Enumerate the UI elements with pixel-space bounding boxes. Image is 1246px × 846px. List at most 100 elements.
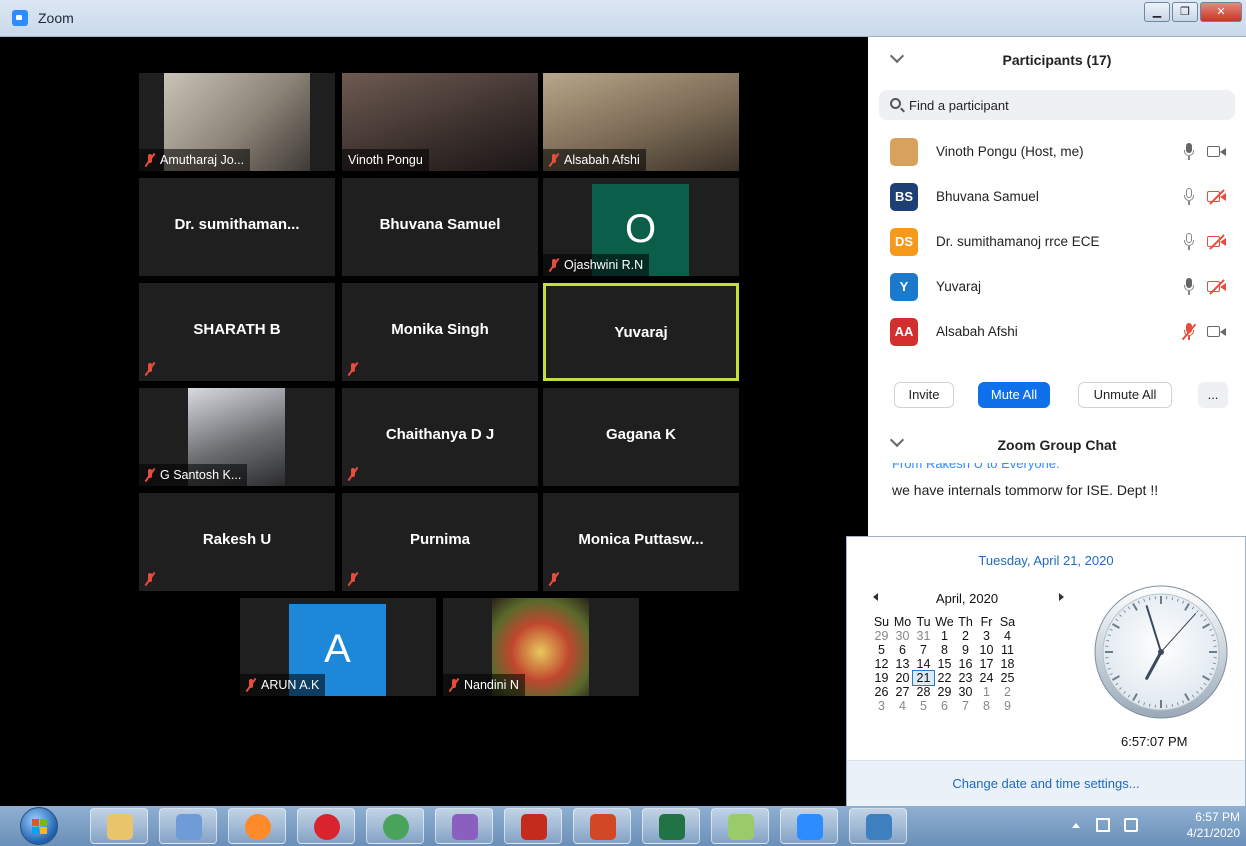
chrome-icon[interactable]: [366, 808, 424, 844]
calendar-day[interactable]: 4: [892, 699, 913, 713]
paint-icon[interactable]: [435, 808, 493, 844]
more-options-button[interactable]: ...: [1198, 382, 1228, 408]
participant-search-input[interactable]: [909, 94, 1219, 116]
calendar-day[interactable]: 9: [955, 643, 976, 657]
firefox-icon[interactable]: [228, 808, 286, 844]
acrobat-icon[interactable]: [504, 808, 562, 844]
calendar-day[interactable]: 29: [871, 629, 892, 643]
calendar-day[interactable]: 22: [934, 671, 955, 685]
unmute-all-button[interactable]: Unmute All: [1078, 382, 1172, 408]
calendar-day[interactable]: 20: [892, 671, 913, 685]
next-month-icon[interactable]: [1059, 593, 1064, 601]
video-camera-icon[interactable]: [1207, 146, 1227, 158]
taskbar-clock[interactable]: 6:57 PM 4/21/2020: [1160, 809, 1240, 841]
video-off-icon[interactable]: [1207, 234, 1227, 250]
calendar-day[interactable]: 5: [913, 699, 934, 713]
video-tile[interactable]: A ARUN A.K: [240, 598, 436, 696]
mute-all-button[interactable]: Mute All: [978, 382, 1050, 408]
calendar-day[interactable]: 5: [871, 643, 892, 657]
video-tile[interactable]: Monica Puttasw...: [543, 493, 739, 591]
calendar-day[interactable]: 29: [934, 685, 955, 699]
photo-viewer-icon[interactable]: [849, 808, 907, 844]
action-center-icon[interactable]: [1096, 818, 1110, 832]
calendar-day[interactable]: 1: [934, 629, 955, 643]
mic-muted-icon[interactable]: [1181, 323, 1197, 341]
close-button[interactable]: ✕: [1200, 2, 1242, 22]
opera-icon[interactable]: [297, 808, 355, 844]
file-explorer-icon[interactable]: [90, 808, 148, 844]
calendar-day[interactable]: 8: [976, 699, 997, 713]
minimize-button[interactable]: ▁: [1144, 2, 1170, 22]
calendar-day[interactable]: 27: [892, 685, 913, 699]
calendar-day[interactable]: 12: [871, 657, 892, 671]
calendar-day[interactable]: 6: [892, 643, 913, 657]
invite-button[interactable]: Invite: [894, 382, 954, 408]
participant-row[interactable]: BS Bhuvana Samuel: [868, 175, 1246, 219]
calendar-day[interactable]: 31: [913, 629, 934, 643]
calendar-day[interactable]: 3: [871, 699, 892, 713]
calendar-day[interactable]: 17: [976, 657, 997, 671]
calendar-day[interactable]: 30: [955, 685, 976, 699]
calendar-day[interactable]: 18: [997, 657, 1018, 671]
calendar-day[interactable]: 2: [955, 629, 976, 643]
skype-icon[interactable]: [159, 808, 217, 844]
video-tile[interactable]: O Ojashwini R.N: [543, 178, 739, 276]
calendar-day[interactable]: 7: [913, 643, 934, 657]
video-tile[interactable]: Amutharaj Jo...: [139, 73, 335, 171]
calendar-day[interactable]: 6: [934, 699, 955, 713]
show-hidden-icons-icon[interactable]: [1072, 823, 1080, 828]
video-tile[interactable]: Bhuvana Samuel: [342, 178, 538, 276]
calendar-day[interactable]: 23: [955, 671, 976, 685]
video-tile[interactable]: Nandini N: [443, 598, 639, 696]
video-tile[interactable]: Dr. sumithaman...: [139, 178, 335, 276]
participant-row[interactable]: AA Alsabah Afshi: [868, 310, 1246, 354]
video-off-icon[interactable]: [1207, 189, 1227, 205]
current-date-link[interactable]: Tuesday, April 21, 2020: [847, 553, 1245, 568]
calendar-day[interactable]: 19: [871, 671, 892, 685]
video-tile[interactable]: Purnima: [342, 493, 538, 591]
participant-row[interactable]: Vinoth Pongu (Host, me): [868, 130, 1246, 174]
calendar-day[interactable]: 4: [997, 629, 1018, 643]
change-date-time-link[interactable]: Change date and time settings...: [847, 776, 1245, 791]
video-tile[interactable]: Yuvaraj: [543, 283, 739, 381]
video-camera-icon[interactable]: [1207, 326, 1227, 338]
calendar-day[interactable]: 8: [934, 643, 955, 657]
video-tile[interactable]: Vinoth Pongu: [342, 73, 538, 171]
zoom-icon[interactable]: [780, 808, 838, 844]
calendar-day[interactable]: 25: [997, 671, 1018, 685]
video-tile[interactable]: Chaithanya D J: [342, 388, 538, 486]
powerpoint-icon[interactable]: [573, 808, 631, 844]
calendar-day[interactable]: 11: [997, 643, 1018, 657]
calendar-day[interactable]: 14: [913, 657, 934, 671]
microphone-icon[interactable]: [1183, 233, 1195, 251]
video-tile[interactable]: G Santosh K...: [139, 388, 335, 486]
excel-icon[interactable]: [642, 808, 700, 844]
start-button[interactable]: [20, 807, 58, 845]
calendar-day[interactable]: 13: [892, 657, 913, 671]
video-tile[interactable]: Rakesh U: [139, 493, 335, 591]
network-icon[interactable]: [1124, 818, 1138, 832]
calendar-day[interactable]: 30: [892, 629, 913, 643]
calendar-day[interactable]: 28: [913, 685, 934, 699]
microphone-icon[interactable]: [1183, 188, 1195, 206]
calendar-month[interactable]: April, 2020: [847, 591, 1087, 606]
calendar-day[interactable]: 1: [976, 685, 997, 699]
calendar-day[interactable]: 15: [934, 657, 955, 671]
calendar-day[interactable]: 10: [976, 643, 997, 657]
calendar-day[interactable]: 7: [955, 699, 976, 713]
video-off-icon[interactable]: [1207, 279, 1227, 295]
microphone-icon[interactable]: [1183, 143, 1195, 161]
video-tile[interactable]: Monika Singh: [342, 283, 538, 381]
calendar-day[interactable]: 3: [976, 629, 997, 643]
video-tile[interactable]: SHARATH B: [139, 283, 335, 381]
restore-button[interactable]: ❐: [1172, 2, 1198, 22]
calendar-day[interactable]: 16: [955, 657, 976, 671]
participant-row[interactable]: DS Dr. sumithamanoj rrce ECE: [868, 220, 1246, 264]
calendar-day[interactable]: 2: [997, 685, 1018, 699]
calendar-day[interactable]: 9: [997, 699, 1018, 713]
sticky-notes-icon[interactable]: [711, 808, 769, 844]
calendar-day[interactable]: 26: [871, 685, 892, 699]
video-tile[interactable]: Alsabah Afshi: [543, 73, 739, 171]
calendar-day[interactable]: 21: [912, 670, 935, 686]
microphone-icon[interactable]: [1183, 278, 1195, 296]
